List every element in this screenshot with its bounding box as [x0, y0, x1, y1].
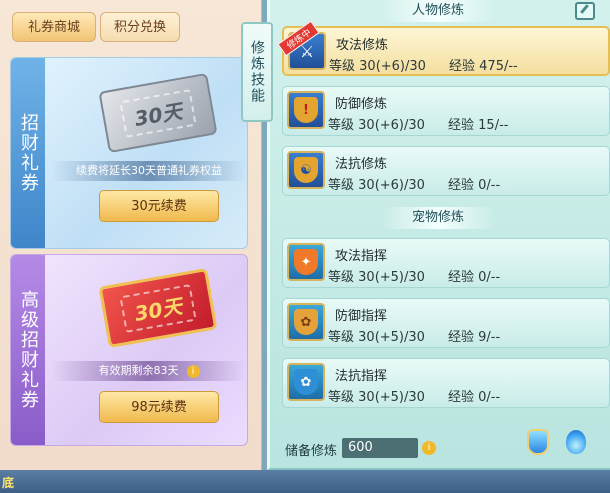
exp-label: 经验 [448, 390, 475, 405]
ticket-text: 30天 [119, 283, 197, 333]
level-label: 等级 [328, 270, 355, 285]
skill-exp: 经验 0/-- [448, 266, 500, 285]
skill-exp: 经验 0/-- [448, 386, 500, 405]
coupon-card-title: 高级招财礼券 [11, 255, 45, 445]
skill-name: 法抗修炼 [335, 157, 388, 172]
coupon-card-title: 招财礼券 [11, 58, 45, 248]
skill-exp: 经验 475/-- [449, 55, 518, 74]
skill-row-defense[interactable]: ! 防御修炼 等级 30(+6)/30 经验 15/-- [282, 86, 610, 136]
flame-icon[interactable] [566, 430, 586, 454]
yin-yang-icon: ☯ [287, 151, 325, 189]
pet-paw-shield-icon: ✿ [287, 303, 325, 341]
exp-value: 0/-- [478, 178, 501, 193]
shield-icon: ! [287, 91, 325, 129]
renew-98-button[interactable]: 98元续费 [99, 391, 219, 423]
exp-label: 经验 [448, 270, 475, 285]
bottom-label: 底 [2, 476, 15, 490]
edit-icon[interactable] [575, 2, 595, 20]
coupon-description: 续费将延长30天普通礼券权益 [51, 161, 247, 181]
tab-cultivation-skills[interactable]: 修炼技能 [241, 22, 273, 122]
skill-exp: 经验 0/-- [448, 174, 500, 193]
pet-claw-icon: ✦ [287, 243, 325, 281]
skill-level: 等级 30(+5)/30 [328, 386, 425, 405]
level-value: 30(+5)/30 [358, 390, 425, 405]
bottom-bar [0, 470, 610, 493]
level-value: 30(+6)/30 [358, 118, 425, 133]
level-value: 30(+6)/30 [358, 178, 425, 193]
potion-icon[interactable] [527, 429, 549, 455]
reserve-training-value: 600 [342, 438, 418, 458]
skill-row-attack-magic[interactable]: ⚔ 修炼中 攻法修炼 等级 30(+6)/30 经验 475/-- [277, 20, 610, 76]
level-label: 等级 [328, 118, 355, 133]
exp-value: 0/-- [478, 390, 501, 405]
info-icon[interactable]: i [422, 441, 436, 455]
pet-paw-icon: ✿ [287, 363, 325, 401]
reserve-training-label: 储备修炼 [285, 444, 338, 459]
level-value: 30(+5)/30 [358, 270, 425, 285]
skill-level: 等级 30(+5)/30 [328, 266, 425, 285]
coupon-card-basic: 招财礼券 30天 续费将延长30天普通礼券权益 30元续费 [10, 57, 248, 249]
exp-value: 15/-- [478, 118, 509, 133]
exp-label: 经验 [449, 59, 476, 74]
info-icon[interactable]: i [186, 364, 200, 378]
skill-row-pet-attack[interactable]: ✦ 攻法指挥 等级 30(+5)/30 经验 0/-- [282, 238, 610, 288]
level-label: 等级 [328, 330, 355, 345]
coupon-validity: 有效期剩余83天 i [51, 361, 247, 381]
silver-ticket-icon: 30天 [98, 72, 218, 154]
exp-value: 0/-- [478, 270, 501, 285]
renew-30-button[interactable]: 30元续费 [99, 190, 219, 222]
ticket-text: 30天 [119, 88, 197, 138]
skill-name: 法抗指挥 [335, 369, 388, 384]
level-value: 30(+6)/30 [359, 59, 426, 74]
level-value: 30(+5)/30 [358, 330, 425, 345]
pet-training-header: 宠物修炼 [380, 207, 496, 229]
gift-coupon-shop-panel: 礼券商城 积分兑换 招财礼券 30天 续费将延长30天普通礼券权益 30元续费 … [0, 0, 262, 470]
skill-exp: 经验 9/-- [448, 326, 500, 345]
skill-row-pet-defense[interactable]: ✿ 防御指挥 等级 30(+5)/30 经验 9/-- [282, 298, 610, 348]
skill-level: 等级 30(+6)/30 [329, 55, 426, 74]
tab-coupon-shop[interactable]: 礼券商城 [12, 12, 96, 42]
gold-ticket-icon: 30天 [98, 267, 218, 349]
exp-value: 475/-- [479, 59, 518, 74]
skill-name: 攻法修炼 [336, 38, 389, 53]
skill-level: 等级 30(+6)/30 [328, 174, 425, 193]
validity-text: 有效期剩余83天 [98, 364, 179, 377]
skill-level: 等级 30(+6)/30 [328, 114, 425, 133]
skill-name: 防御修炼 [335, 97, 388, 112]
person-training-header: 人物修炼 [380, 0, 496, 22]
exp-value: 9/-- [478, 330, 501, 345]
tab-points-exchange[interactable]: 积分兑换 [100, 12, 180, 42]
skill-name: 防御指挥 [335, 309, 388, 324]
level-label: 等级 [329, 59, 356, 74]
exp-label: 经验 [448, 178, 475, 193]
level-label: 等级 [328, 178, 355, 193]
exp-label: 经验 [448, 330, 475, 345]
skill-exp: 经验 15/-- [448, 114, 508, 133]
exp-label: 经验 [448, 118, 475, 133]
coupon-card-premium: 高级招财礼券 30天 有效期剩余83天 i 98元续费 [10, 254, 248, 446]
skill-row-pet-magic-resist[interactable]: ✿ 法抗指挥 等级 30(+5)/30 经验 0/-- [282, 358, 610, 408]
skill-row-magic-resist[interactable]: ☯ 法抗修炼 等级 30(+6)/30 经验 0/-- [282, 146, 610, 196]
training-panel: 人物修炼 ⚔ 修炼中 攻法修炼 等级 30(+6)/30 经验 475/-- !… [267, 0, 610, 470]
skill-name: 攻法指挥 [335, 249, 388, 264]
skill-level: 等级 30(+5)/30 [328, 326, 425, 345]
level-label: 等级 [328, 390, 355, 405]
